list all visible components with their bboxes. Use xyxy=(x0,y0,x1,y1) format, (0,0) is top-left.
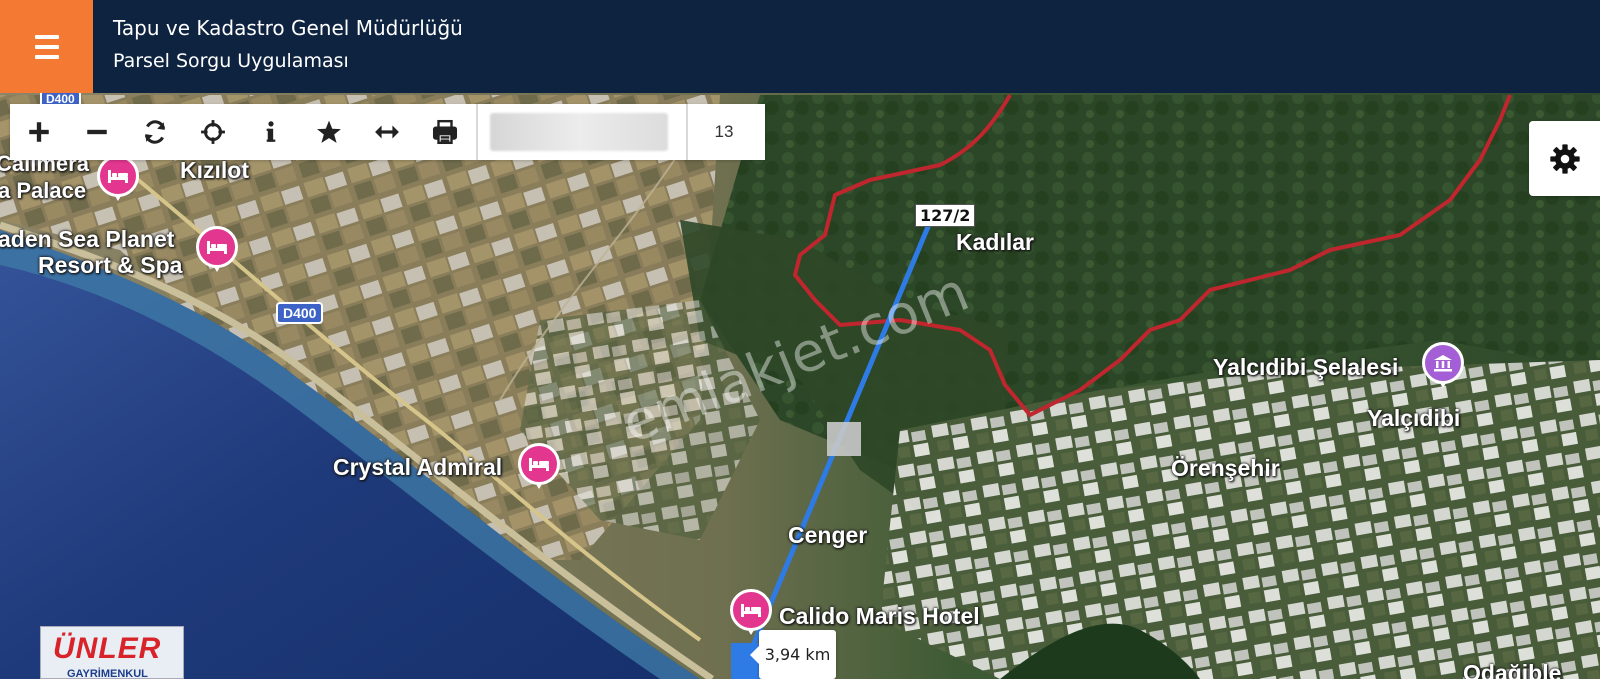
landmark-icon xyxy=(1422,342,1464,384)
zoom-in-icon xyxy=(29,122,49,142)
logo-text: ÜNLER xyxy=(53,632,162,665)
favorite-button[interactable] xyxy=(300,104,358,160)
gear-icon xyxy=(1549,143,1580,174)
zoom-out-button[interactable] xyxy=(68,104,126,160)
hamburger-icon xyxy=(34,32,59,62)
print-icon xyxy=(432,119,458,145)
hotel-poi-crystal-admiral[interactable] xyxy=(518,443,560,491)
hotel-poi-calimera[interactable] xyxy=(97,155,139,203)
route-midpoint-marker[interactable] xyxy=(827,422,861,456)
map-toolbar: 13 xyxy=(10,104,765,160)
app-header: Tapu ve Kadastro Genel Müdürlüğü Parsel … xyxy=(0,0,1600,93)
favorite-icon xyxy=(317,120,341,143)
locate-icon xyxy=(201,120,225,144)
road-shield-d400: D400 xyxy=(276,302,324,324)
zoom-level: 13 xyxy=(686,104,760,160)
search-input[interactable] xyxy=(490,113,668,151)
bed-icon xyxy=(196,226,238,268)
refresh-button[interactable] xyxy=(126,104,184,160)
menu-button[interactable] xyxy=(0,0,93,93)
bed-icon xyxy=(730,589,772,631)
map-label-kadilar: Kadılar xyxy=(956,229,1034,255)
app-subtitle: Parsel Sorgu Uygulaması xyxy=(113,50,349,72)
map-label-yalcidibi-selalesi: Yalcıdibi Şelalesi xyxy=(1213,354,1399,380)
map-label-calido-maris: Calido Maris Hotel xyxy=(779,603,980,629)
distance-label: 3,94 km xyxy=(750,630,836,679)
attraction-poi-yalcidibi-selalesi[interactable] xyxy=(1422,342,1464,390)
map-label-cenger: Cenger xyxy=(788,522,868,548)
settings-button[interactable] xyxy=(1529,121,1600,196)
zoom-out-icon xyxy=(87,129,107,135)
map-label-kizilot: Kızılot xyxy=(180,157,249,183)
print-button[interactable] xyxy=(416,104,474,160)
app-root: Kızılot Calimera a Palace aden Sea Plane… xyxy=(0,0,1600,679)
toolbar-divider xyxy=(476,104,478,160)
locate-button[interactable] xyxy=(184,104,242,160)
unler-logo: ÜNLER GAYRİMENKUL xyxy=(40,626,184,679)
refresh-icon xyxy=(144,120,166,144)
measure-icon xyxy=(375,125,399,139)
map-label-palace: a Palace xyxy=(0,178,87,203)
measure-button[interactable] xyxy=(358,104,416,160)
info-icon xyxy=(266,121,276,142)
bed-icon xyxy=(97,155,139,197)
logo-subtext: GAYRİMENKUL xyxy=(67,668,148,679)
zoom-in-button[interactable] xyxy=(10,104,68,160)
hotel-poi-sea-planet[interactable] xyxy=(196,226,238,274)
map-label-resort-spa: Resort & Spa xyxy=(38,252,183,278)
map-label-odagible: Odağible xyxy=(1463,660,1562,679)
parcel-label[interactable]: 127/2 xyxy=(915,204,976,227)
app-title: Tapu ve Kadastro Genel Müdürlüğü xyxy=(113,16,463,40)
info-button[interactable] xyxy=(242,104,300,160)
bed-icon xyxy=(518,443,560,485)
map-label-crystal-admiral: Crystal Admiral xyxy=(333,454,503,480)
map-label-sea-planet: aden Sea Planet xyxy=(0,226,175,252)
map-label-orensehir: Örenşehir xyxy=(1171,455,1280,481)
map-label-yalcidibi: Yalçıdibi xyxy=(1367,405,1461,431)
